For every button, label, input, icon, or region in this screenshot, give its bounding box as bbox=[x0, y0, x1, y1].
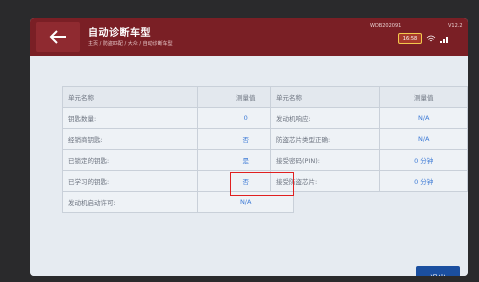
row-name: 发动机响应: bbox=[269, 107, 381, 129]
wifi-icon bbox=[426, 35, 436, 41]
row-value: N/A bbox=[379, 107, 468, 129]
signal-icon bbox=[440, 36, 448, 43]
row-value: 0 分钟 bbox=[379, 170, 468, 192]
row-name: 发动机启动许可: bbox=[61, 191, 199, 213]
table-header-row: 单元名称 测量值 bbox=[269, 86, 468, 108]
column-header-value: 测量值 bbox=[379, 86, 468, 108]
table-header-row: 单元名称 测量值 bbox=[61, 86, 294, 108]
table-row: 防盗芯片类型正确: N/A bbox=[269, 128, 468, 150]
row-value: 0 分钟 bbox=[379, 149, 468, 171]
device-frame: 自动诊断车型 主页 / 防盗匹配 / 大众 / 自动诊断车型 WDB202091… bbox=[0, 0, 479, 282]
table-row: 经销商钥匙: 否 bbox=[61, 128, 294, 150]
table-row: 发动机响应: N/A bbox=[269, 107, 468, 129]
screen: 自动诊断车型 主页 / 防盗匹配 / 大众 / 自动诊断车型 WDB202091… bbox=[30, 18, 468, 276]
column-header-name: 单元名称 bbox=[269, 86, 381, 108]
header-bar: 自动诊断车型 主页 / 防盗匹配 / 大众 / 自动诊断车型 WDB202091… bbox=[30, 18, 468, 56]
row-name: 钥匙数量: bbox=[61, 107, 199, 129]
page-title: 自动诊断车型 bbox=[88, 28, 151, 39]
back-button[interactable] bbox=[36, 22, 80, 52]
column-header-name: 单元名称 bbox=[61, 86, 199, 108]
row-value: N/A bbox=[379, 128, 468, 150]
table-row: 接受防盗芯片: 0 分钟 bbox=[269, 170, 468, 192]
row-name: 经销商钥匙: bbox=[61, 128, 199, 150]
row-name: 已学习的钥匙: bbox=[61, 170, 199, 192]
row-name: 接受密码(PIN): bbox=[269, 149, 381, 171]
table-row: 接受密码(PIN): 0 分钟 bbox=[269, 149, 468, 171]
battery-icon: 16:58 bbox=[398, 33, 422, 44]
table-row: 钥匙数量: 0 bbox=[61, 107, 294, 129]
row-name: 防盗芯片类型正确: bbox=[269, 128, 381, 150]
table-row: 已锁定的钥匙: 是 bbox=[61, 149, 294, 171]
version-label: V12.2 bbox=[448, 23, 463, 29]
status-icons: 16:58 bbox=[398, 33, 450, 44]
back-arrow-icon bbox=[49, 30, 66, 44]
exit-button[interactable]: 退出 bbox=[416, 266, 460, 276]
right-data-table: 单元名称 测量值 发动机响应: N/A 防盗芯片类型正确: N/A 接受密码(P… bbox=[269, 86, 468, 192]
vin-label: WDB202091 bbox=[370, 23, 402, 29]
row-name: 已锁定的钥匙: bbox=[61, 149, 199, 171]
highlight-box bbox=[230, 172, 294, 196]
breadcrumb: 主页 / 防盗匹配 / 大众 / 自动诊断车型 bbox=[88, 41, 173, 47]
content-area: 单元名称 测量值 钥匙数量: 0 经销商钥匙: 否 已锁定的钥匙: 是 已学习的… bbox=[30, 56, 468, 276]
